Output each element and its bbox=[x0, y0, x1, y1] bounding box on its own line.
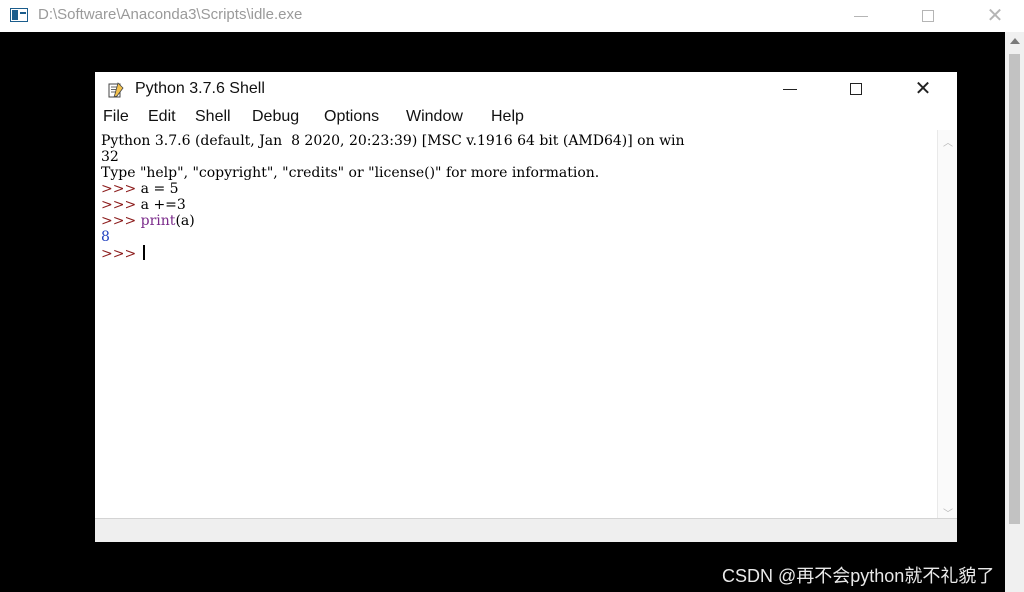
help-hint-line: Type "help", "copyright", "credits" or "… bbox=[101, 165, 600, 181]
banner-line: Python 3.7.6 (default, Jan 8 2020, 20:23… bbox=[101, 133, 685, 149]
prompt: >>> bbox=[101, 213, 137, 229]
command-text: a +=3 bbox=[136, 197, 186, 213]
menu-options[interactable]: Options bbox=[324, 108, 379, 126]
console-app-icon bbox=[10, 8, 28, 22]
command-text: a = 5 bbox=[136, 181, 179, 197]
idle-menubar: File Edit Shell Debug Options Window Hel… bbox=[95, 106, 957, 130]
minimize-icon bbox=[854, 15, 868, 17]
output-line: 8 bbox=[101, 229, 110, 245]
maximize-icon bbox=[922, 10, 934, 22]
builtin-function: print bbox=[140, 213, 176, 229]
close-icon: ✕ bbox=[986, 5, 1004, 27]
menu-window[interactable]: Window bbox=[406, 108, 463, 126]
watermark-text: CSDN @再不会python就不礼貌了 bbox=[722, 566, 995, 586]
idle-maximize-button[interactable] bbox=[833, 75, 879, 103]
close-icon: ✕ bbox=[914, 78, 932, 100]
prompt: >>> bbox=[101, 181, 137, 197]
console-titlebar: D:\Software\Anaconda3\Scripts\idle.exe ✕ bbox=[0, 0, 1024, 32]
menu-edit[interactable]: Edit bbox=[148, 108, 176, 126]
menu-file[interactable]: File bbox=[103, 108, 129, 126]
console-window-title: D:\Software\Anaconda3\Scripts\idle.exe bbox=[38, 6, 303, 23]
idle-titlebar: Python 3.7.6 Shell ✕ bbox=[95, 72, 957, 106]
prompt: >>> bbox=[101, 246, 137, 262]
python-idle-icon bbox=[108, 82, 124, 98]
shell-text-area[interactable]: Python 3.7.6 (default, Jan 8 2020, 20:23… bbox=[95, 130, 937, 518]
menu-help[interactable]: Help bbox=[491, 108, 524, 126]
command-args: (a) bbox=[175, 213, 195, 229]
text-cursor bbox=[142, 245, 145, 260]
menu-debug[interactable]: Debug bbox=[252, 108, 299, 126]
scroll-up-arrow-icon[interactable]: ︿ bbox=[943, 134, 953, 149]
console-scrollbar-thumb[interactable] bbox=[1009, 54, 1020, 524]
idle-close-button[interactable]: ✕ bbox=[900, 75, 946, 103]
menu-shell[interactable]: Shell bbox=[195, 108, 231, 126]
status-bar bbox=[95, 518, 957, 542]
idle-window-title: Python 3.7.6 Shell bbox=[135, 80, 265, 97]
shell-scrollbar[interactable]: ︿ ﹀ bbox=[937, 130, 957, 522]
banner-line-wrap: 32 bbox=[101, 149, 119, 165]
minimize-icon bbox=[783, 88, 797, 90]
input-line-2: >>> a +=3 bbox=[101, 197, 186, 213]
prompt: >>> bbox=[101, 197, 137, 213]
console-maximize-button[interactable] bbox=[905, 2, 951, 30]
input-line-1: >>> a = 5 bbox=[101, 181, 179, 197]
current-prompt-line[interactable]: >>> bbox=[101, 245, 145, 262]
console-close-button[interactable]: ✕ bbox=[972, 2, 1018, 30]
idle-shell-window: Python 3.7.6 Shell ✕ File Edit Shell Deb… bbox=[95, 72, 957, 542]
scroll-up-arrow-icon[interactable] bbox=[1010, 38, 1020, 44]
console-scrollbar[interactable] bbox=[1005, 32, 1024, 592]
console-minimize-button[interactable] bbox=[838, 2, 884, 30]
maximize-icon bbox=[850, 83, 862, 95]
input-line-3: >>> print(a) bbox=[101, 213, 195, 229]
idle-minimize-button[interactable] bbox=[767, 75, 813, 103]
